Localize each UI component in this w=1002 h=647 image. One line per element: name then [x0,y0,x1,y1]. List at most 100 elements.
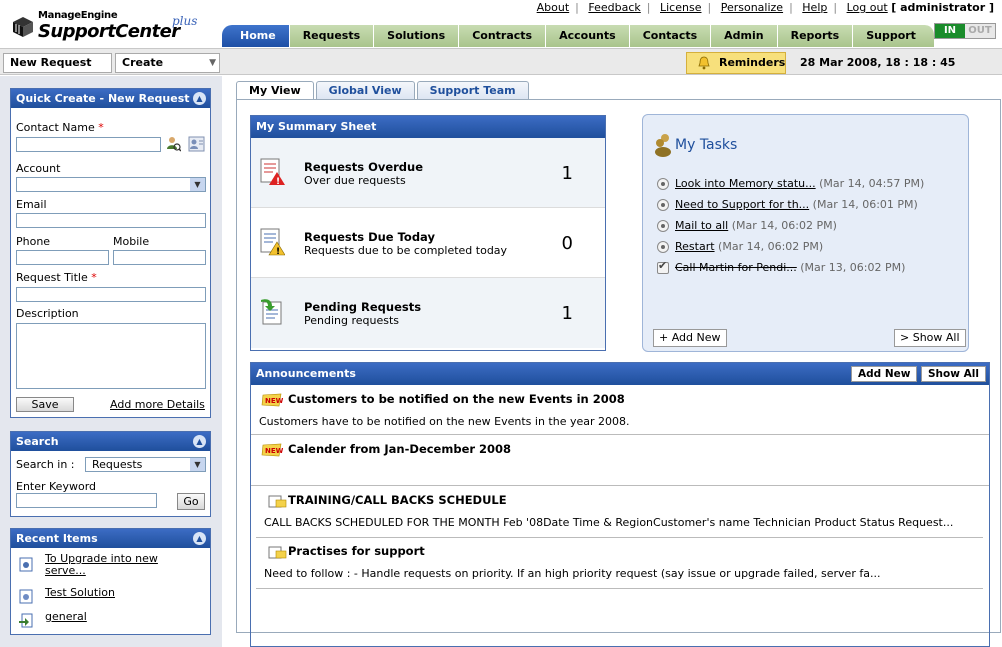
feedback-link[interactable]: Feedback [588,1,640,14]
show-all-announcements-button[interactable]: Show All [921,366,986,382]
tasks-figure-icon [655,134,671,157]
reminders-button[interactable]: Reminders [686,52,786,74]
request-title-label: Request Title * [16,271,97,284]
summary-row-pending[interactable]: Pending Requests Pending requests 1 [251,278,605,348]
task-status-icon[interactable] [657,220,669,232]
task-status-icon[interactable] [657,241,669,253]
tab-support[interactable]: Support [853,25,935,47]
task-link[interactable]: Restart [675,240,715,253]
search-panel: Search ▲ Search in : Requests ▼ Enter Ke… [10,431,211,517]
tab-requests[interactable]: Requests [289,25,375,47]
sub-toolbar: New Request Create ▼ Reminders 28 Mar 20… [0,48,1002,75]
tab-global-view[interactable]: Global View [315,81,415,100]
account-select[interactable]: ▼ [16,177,206,192]
save-button[interactable]: Save [16,397,74,412]
personalize-link[interactable]: Personalize [721,1,783,14]
summary-row-count: 0 [561,233,573,254]
announcement-item[interactable]: NEW Customers to be notified on the new … [251,385,989,435]
solution-icon [19,589,33,604]
task-link[interactable]: Mail to all [675,219,728,232]
svg-text:!: ! [276,247,280,256]
in-out-toggle[interactable]: IN OUT [934,23,996,39]
description-field[interactable] [16,323,206,389]
brand-name: SupportCenter [38,21,180,42]
out-state[interactable]: OUT [965,24,995,38]
summary-row-overdue[interactable]: ! Requests Overdue Over due requests 1 [251,138,605,208]
request-title-field[interactable] [16,287,206,302]
collapse-icon[interactable]: ▲ [193,532,206,545]
summary-row-sub: Pending requests [304,314,400,327]
add-more-details-link[interactable]: Add more Details [110,398,205,411]
phone-field[interactable] [16,250,109,265]
tab-contacts[interactable]: Contacts [629,25,712,47]
help-link[interactable]: Help [802,1,827,14]
tab-my-view[interactable]: My View [236,81,314,100]
tab-solutions[interactable]: Solutions [374,25,460,47]
collapse-icon[interactable]: ▲ [193,435,206,448]
summary-row-due-today[interactable]: ! Requests Due Today Requests due to be … [251,208,605,278]
quick-create-panel: Quick Create - New Request ▲ Contact Nam… [10,88,211,418]
summary-row-count: 1 [561,163,573,184]
contact-name-field[interactable] [16,137,161,152]
recent-item-link[interactable]: general [45,610,87,623]
logo-cube-icon [13,17,33,37]
summary-row-title: Requests Overdue [304,160,424,174]
summary-row-count: 1 [561,303,573,324]
announcements-title: Announcements [256,367,356,380]
mobile-field[interactable] [113,250,206,265]
task-item[interactable]: Need to Support for th... (Mar 14, 06:01… [657,198,918,211]
search-in-select[interactable]: Requests ▼ [85,457,206,472]
task-item[interactable]: Mail to all (Mar 14, 06:02 PM) [657,219,837,232]
announcement-title[interactable]: Customers to be notified on the new Even… [288,392,625,406]
task-item[interactable]: Restart (Mar 14, 06:02 PM) [657,240,823,253]
tab-reports[interactable]: Reports [777,25,854,47]
keyword-field[interactable] [16,493,157,508]
phone-label: Phone [16,235,51,248]
task-status-icon[interactable] [657,178,669,190]
current-user: [ administrator ] [891,1,994,14]
summary-row-title: Requests Due Today [304,230,435,244]
bell-icon [698,56,710,70]
license-link[interactable]: License [660,1,701,14]
announcement-title[interactable]: TRAINING/CALL BACKS SCHEDULE [288,493,507,507]
create-dropdown[interactable]: Create ▼ [115,53,220,73]
task-item[interactable]: Look into Memory statu... (Mar 14, 04:57… [657,177,924,190]
go-button[interactable]: Go [177,493,205,510]
add-task-button[interactable]: + Add New [653,329,727,347]
contact-search-icon[interactable] [166,136,181,152]
add-announcement-button[interactable]: Add New [851,366,918,382]
tab-accounts[interactable]: Accounts [546,25,630,47]
task-link[interactable]: Need to Support for th... [675,198,809,211]
recent-items-title: Recent Items [16,532,98,545]
announcement-title[interactable]: Practises for support [288,544,425,558]
logout-link[interactable]: Log out [847,1,888,14]
tab-support-team[interactable]: Support Team [416,81,529,100]
tab-home[interactable]: Home [222,25,290,47]
task-item-completed[interactable]: Call Martin for Pendi... (Mar 13, 06:02 … [657,259,905,274]
tab-contracts[interactable]: Contracts [459,25,547,47]
recent-item-link[interactable]: Test Solution [45,586,115,599]
announcement-item[interactable]: TRAINING/CALL BACKS SCHEDULE CALL BACKS … [251,486,989,537]
task-status-icon[interactable] [657,199,669,211]
checkmark-icon[interactable] [657,259,669,274]
in-state[interactable]: IN [935,24,965,38]
show-all-tasks-button[interactable]: > Show All [894,329,966,347]
add-contact-icon[interactable] [188,136,205,152]
brand-small: ManageEngine [38,10,118,21]
announcement-item[interactable]: Practises for support Need to follow : -… [251,537,989,588]
tab-admin[interactable]: Admin [711,25,778,47]
email-field[interactable] [16,213,206,228]
task-link[interactable]: Look into Memory statu... [675,177,816,190]
quick-create-header: Quick Create - New Request ▲ [11,89,210,108]
about-link[interactable]: About [537,1,570,14]
brand-plus: plus [172,14,198,28]
task-link[interactable]: Call Martin for Pendi... [675,261,797,274]
announcement-title[interactable]: Calender from Jan-December 2008 [288,442,511,456]
recent-item-link[interactable]: To Upgrade into new serve... [45,553,195,577]
announcement-item[interactable]: NEW Calender from Jan-December 2008 [251,435,989,486]
collapse-icon[interactable]: ▲ [193,92,206,105]
description-label: Description [16,307,79,320]
new-request-button[interactable]: New Request [3,53,112,73]
announcement-body: Need to follow : - Handle requests on pr… [264,567,881,580]
recent-items-panel: Recent Items ▲ To Upgrade into new serve… [10,528,211,635]
